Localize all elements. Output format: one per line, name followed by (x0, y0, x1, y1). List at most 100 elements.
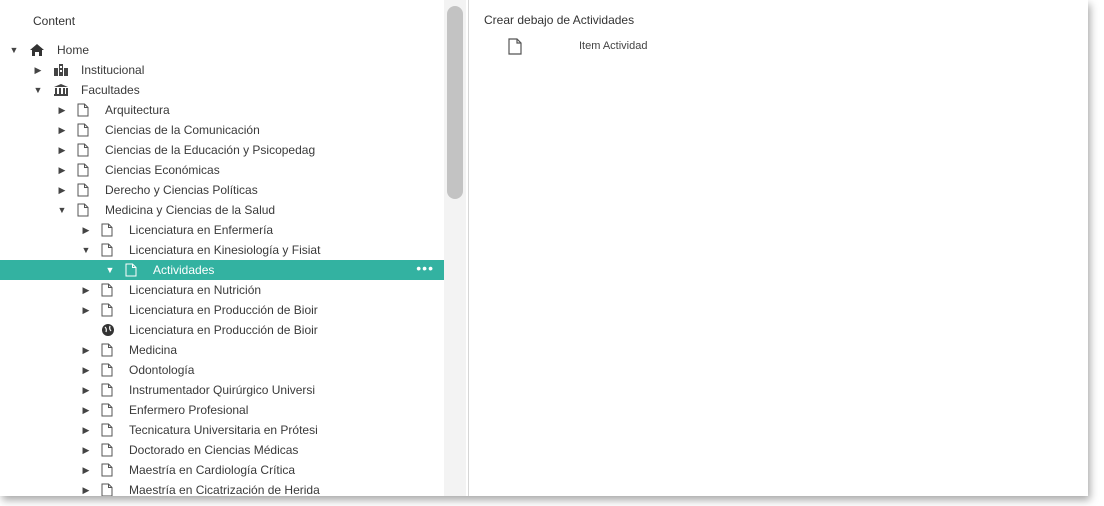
caret-down-icon[interactable]: ▼ (57, 200, 67, 220)
tree-node[interactable]: ▼ Home (0, 40, 444, 60)
tree-node-label: Medicina y Ciencias de la Salud (105, 203, 276, 217)
tree-node[interactable]: ▶ Ciencias de la Comunicación (0, 120, 444, 140)
caret-right-icon[interactable]: ▶ (81, 280, 91, 300)
caret-down-icon[interactable]: ▼ (105, 260, 115, 280)
tree-node-label: Ciencias de la Comunicación (105, 123, 260, 137)
document-icon (101, 303, 115, 317)
caret-down-icon[interactable]: ▼ (9, 40, 19, 60)
document-icon (101, 223, 115, 237)
tree-node[interactable]: ▶ Arquitectura (0, 100, 444, 120)
caret-down-icon[interactable]: ▼ (33, 80, 43, 100)
home-icon (29, 43, 44, 57)
document-icon (101, 383, 115, 397)
tree-node-label: Institucional (81, 63, 145, 77)
tree-node-label: Licenciatura en Enfermería (129, 223, 274, 237)
caret-right-icon[interactable]: ▶ (57, 100, 67, 120)
tree-node-label: Instrumentador Quirúrgico Universi (129, 383, 316, 397)
document-icon (508, 38, 522, 55)
institution-icon (53, 83, 68, 97)
tree-node[interactable]: ▶ Ciencias Económicas (0, 160, 444, 180)
caret-right-icon[interactable]: ▶ (81, 480, 91, 496)
tree-node[interactable]: ▼ Facultades (0, 80, 444, 100)
tree-node-label: Licenciatura en Kinesiología y Fisiat (129, 243, 321, 257)
caret-right-icon[interactable]: ▶ (33, 60, 43, 80)
caret-down-icon[interactable]: ▼ (81, 240, 91, 260)
caret-right-icon[interactable]: ▶ (81, 440, 91, 460)
tree-node[interactable]: ▶ Maestría en Cardiología Crítica (0, 460, 444, 480)
tree-node[interactable]: ▼ Licenciatura en Kinesiología y Fisiat (0, 240, 444, 260)
caret-right-icon[interactable]: ▶ (57, 140, 67, 160)
caret-right-icon[interactable]: ▶ (81, 400, 91, 420)
document-icon (125, 263, 139, 277)
document-icon (101, 283, 115, 297)
tree-node[interactable]: ▶ Licenciatura en Nutrición (0, 280, 444, 300)
tree-node-label: Maestría en Cicatrización de Herida (129, 483, 320, 496)
caret-right-icon[interactable]: ▶ (81, 220, 91, 240)
create-under-title: Crear debajo de Actividades (484, 13, 635, 27)
tree-node[interactable]: ▶ Instrumentador Quirúrgico Universi (0, 380, 444, 400)
tree-node-label: Enfermero Profesional (129, 403, 249, 417)
document-icon (101, 403, 115, 417)
tree-node[interactable]: ▶ Tecnicatura Universitaria en Prótesi (0, 420, 444, 440)
document-icon (101, 443, 115, 457)
tree-node[interactable]: ▼ Medicina y Ciencias de la Salud (0, 200, 444, 220)
tree-node[interactable]: ▼ Actividades ••• (0, 260, 444, 280)
document-icon (101, 423, 115, 437)
tree-node-label: Ciencias Económicas (105, 163, 220, 177)
document-icon (101, 363, 115, 377)
tree-node[interactable]: ▶ Licenciatura en Enfermería (0, 220, 444, 240)
caret-right-icon[interactable]: ▶ (81, 300, 91, 320)
document-icon (101, 463, 115, 477)
document-icon (77, 143, 91, 157)
tree-node[interactable]: ▶ Maestría en Cicatrización de Herida (0, 480, 444, 496)
tree-node-label: Tecnicatura Universitaria en Prótesi (129, 423, 318, 437)
create-item-label: Item Actividad (579, 40, 648, 52)
globe-icon (101, 323, 115, 337)
tree-node[interactable]: ▶ Medicina (0, 340, 444, 360)
tree-node-label: Doctorado en Ciencias Médicas (129, 443, 299, 457)
document-icon (101, 343, 115, 357)
caret-right-icon[interactable]: ▶ (81, 360, 91, 380)
tree-node-label: Medicina (129, 343, 178, 357)
tree-node-label: Licenciatura en Nutrición (129, 283, 262, 297)
create-item-actividad[interactable]: Item Actividad (508, 36, 728, 58)
tree-node-label: Derecho y Ciencias Políticas (105, 183, 258, 197)
tree-node-label: Odontología (129, 363, 195, 377)
document-icon (77, 163, 91, 177)
document-icon (77, 123, 91, 137)
tree-node-label: Actividades (153, 263, 215, 277)
caret-right-icon[interactable]: ▶ (81, 460, 91, 480)
panel-title: Content (33, 14, 76, 28)
tree-node[interactable]: ▶ Derecho y Ciencias Políticas (0, 180, 444, 200)
caret-right-icon[interactable]: ▶ (81, 340, 91, 360)
tree-scrollbar-thumb[interactable] (447, 6, 463, 199)
building-icon (53, 63, 68, 77)
content-tree-panel: Content ▼ Home ▶ Institucional ▼ Facultades ▶ A… (0, 0, 469, 496)
tree-node-label: Arquitectura (105, 103, 170, 117)
document-icon (101, 243, 115, 257)
caret-right-icon[interactable]: ▶ (57, 120, 67, 140)
document-icon (77, 203, 91, 217)
content-tree: ▼ Home ▶ Institucional ▼ Facultades ▶ Arquitect… (0, 40, 444, 496)
tree-node[interactable]: ▶ Doctorado en Ciencias Médicas (0, 440, 444, 460)
tree-node-label: Ciencias de la Educación y Psicopedag (105, 143, 316, 157)
tree-node[interactable]: Licenciatura en Producción de Bioir (0, 320, 444, 340)
tree-node-label: Licenciatura en Producción de Bioir (129, 323, 318, 337)
tree-node-label: Home (57, 43, 90, 57)
caret-right-icon[interactable]: ▶ (57, 160, 67, 180)
tree-node-label: Licenciatura en Producción de Bioir (129, 303, 318, 317)
content-window: Content ▼ Home ▶ Institucional ▼ Facultades ▶ A… (0, 0, 1088, 496)
document-icon (77, 103, 91, 117)
document-icon (77, 183, 91, 197)
tree-node[interactable]: ▶ Licenciatura en Producción de Bioir (0, 300, 444, 320)
document-icon (101, 483, 115, 496)
tree-node[interactable]: ▶ Enfermero Profesional (0, 400, 444, 420)
tree-node[interactable]: ▶ Institucional (0, 60, 444, 80)
tree-node-label: Maestría en Cardiología Crítica (129, 463, 296, 477)
tree-node[interactable]: ▶ Ciencias de la Educación y Psicopedag (0, 140, 444, 160)
caret-right-icon[interactable]: ▶ (81, 380, 91, 400)
more-actions-icon[interactable]: ••• (416, 258, 434, 278)
caret-right-icon[interactable]: ▶ (81, 420, 91, 440)
tree-node[interactable]: ▶ Odontología (0, 360, 444, 380)
caret-right-icon[interactable]: ▶ (57, 180, 67, 200)
